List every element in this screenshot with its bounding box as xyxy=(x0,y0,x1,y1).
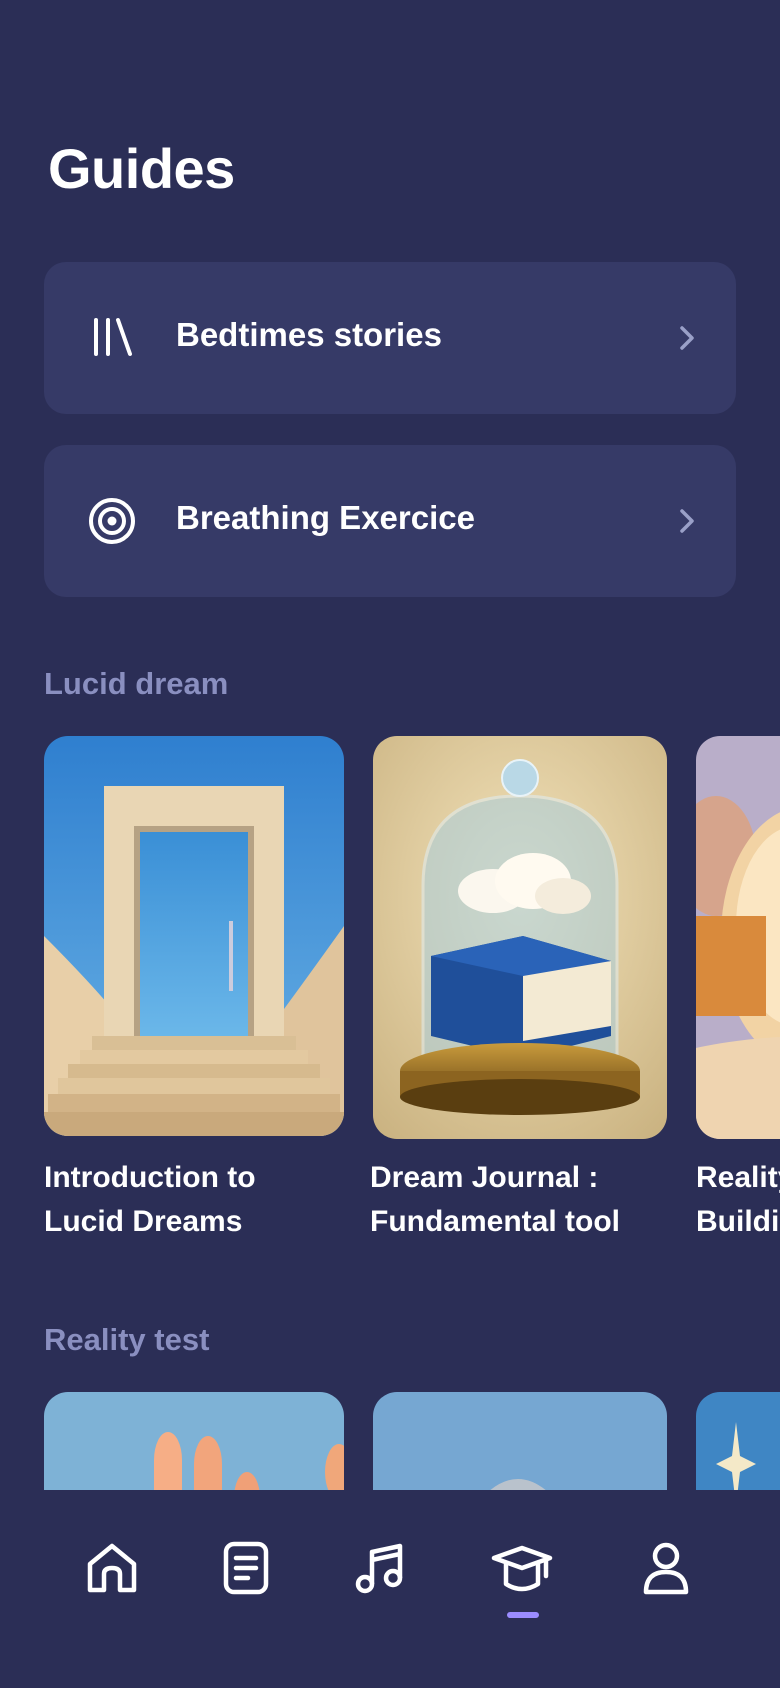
card-title-line-2: Lucid Dreams xyxy=(44,1205,243,1238)
chevron-right-icon xyxy=(676,323,698,353)
user-icon xyxy=(643,1542,689,1595)
chevron-right-icon xyxy=(676,506,698,536)
tab-guides[interactable] xyxy=(490,1536,554,1600)
library-icon xyxy=(88,312,138,362)
card-caption: Reality Building xyxy=(696,1156,780,1244)
guide-label: Breathing Exercice xyxy=(176,499,475,536)
breathing-exercise-card[interactable]: Breathing Exercice xyxy=(44,445,736,597)
document-icon xyxy=(223,1541,269,1595)
reality-test-card-3-image[interactable] xyxy=(696,1392,780,1490)
section-title-lucid-dream: Lucid dream xyxy=(44,666,229,701)
bedtime-stories-card[interactable]: Bedtimes stories xyxy=(44,262,736,414)
section-title-reality-test: Reality test xyxy=(44,1322,210,1357)
tab-home[interactable] xyxy=(80,1536,144,1600)
card-caption: Dream Journal : Fundamental tool xyxy=(370,1156,620,1244)
page-title: Guides xyxy=(48,137,235,200)
bottom-tab-bar xyxy=(0,1490,780,1688)
reality-test-carousel[interactable] xyxy=(0,1392,780,1490)
home-icon xyxy=(87,1543,137,1593)
card-title-line-2: Fundamental tool xyxy=(370,1205,620,1238)
card-title-line-1: Dream Journal : xyxy=(370,1161,599,1194)
lucid-dream-carousel[interactable]: Introduction to Lucid Dreams Dream Journ… xyxy=(0,736,780,1256)
target-icon xyxy=(86,495,138,547)
lucid-dream-card-2-image[interactable] xyxy=(373,736,667,1139)
active-tab-indicator xyxy=(507,1612,539,1618)
tab-music[interactable] xyxy=(348,1536,412,1600)
tab-journal[interactable] xyxy=(214,1536,278,1600)
tab-profile[interactable] xyxy=(634,1536,698,1600)
guide-label: Bedtimes stories xyxy=(176,316,442,353)
graduation-cap-icon xyxy=(491,1545,553,1592)
card-title-line-2: Building xyxy=(696,1205,780,1238)
reality-test-card-1-image[interactable] xyxy=(44,1392,344,1490)
lucid-dream-card-1-image[interactable] xyxy=(44,736,344,1136)
card-title-line-1: Introduction to xyxy=(44,1161,256,1194)
card-title-line-1: Reality xyxy=(696,1161,780,1194)
reality-test-card-2-image[interactable] xyxy=(373,1392,667,1490)
lucid-dream-card-3-image[interactable] xyxy=(696,736,780,1139)
card-caption: Introduction to Lucid Dreams xyxy=(44,1156,256,1244)
music-icon xyxy=(355,1543,403,1594)
